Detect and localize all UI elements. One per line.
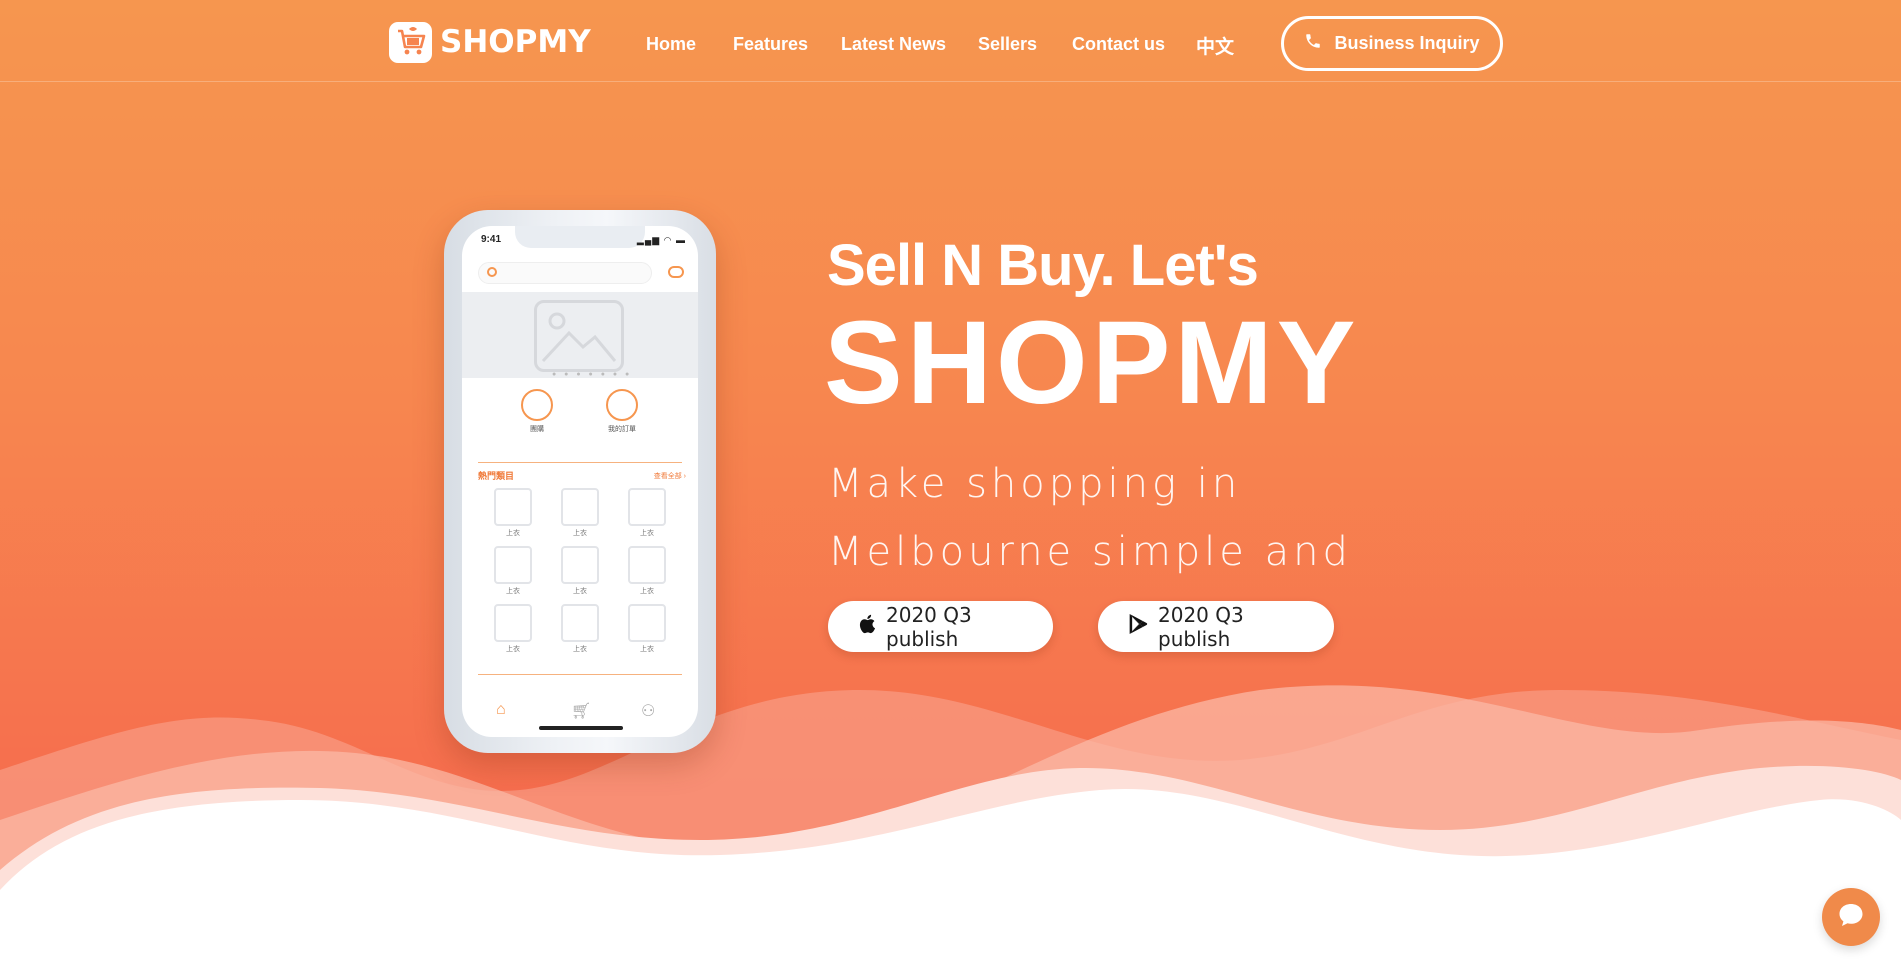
category-item: 上衣 bbox=[493, 604, 533, 654]
phone-status-time: 9:41 bbox=[481, 234, 502, 245]
quick-action-label: 我的訂單 bbox=[608, 426, 636, 433]
quick-action-label: 團購 bbox=[530, 426, 544, 433]
divider bbox=[478, 674, 682, 675]
cart-icon: 🛒︎ bbox=[571, 703, 592, 720]
nav-contact-us[interactable]: Contact us bbox=[1072, 34, 1165, 55]
image-placeholder-icon bbox=[494, 546, 532, 584]
category-item-label: 上衣 bbox=[506, 588, 520, 595]
shopping-cart-logo-icon bbox=[389, 21, 432, 63]
category-item-label: 上衣 bbox=[640, 530, 654, 537]
apple-icon bbox=[858, 614, 876, 639]
image-placeholder-icon bbox=[561, 546, 599, 584]
app-store-label: 2020 Q3 publish bbox=[886, 602, 972, 651]
brand[interactable]: SHOPMY bbox=[389, 21, 591, 63]
home-icon: ⌂ bbox=[496, 701, 506, 718]
category-item-label: 上衣 bbox=[640, 646, 654, 653]
decorative-waves bbox=[0, 685, 1901, 967]
google-play-button[interactable]: 2020 Q3 publish bbox=[1098, 601, 1334, 652]
search-icon bbox=[487, 267, 497, 277]
category-item: 上衣 bbox=[560, 546, 600, 596]
category-item: 上衣 bbox=[560, 604, 600, 654]
category-item-label: 上衣 bbox=[506, 646, 520, 653]
message-icon bbox=[668, 266, 684, 278]
shopping-bag-icon bbox=[521, 389, 553, 421]
category-item: 上衣 bbox=[627, 546, 667, 596]
hero-subtitle: Sell N Buy. Let's bbox=[827, 233, 1259, 298]
image-placeholder-icon bbox=[561, 488, 599, 526]
app-store-button[interactable]: 2020 Q3 publish bbox=[828, 601, 1053, 652]
category-item-label: 上衣 bbox=[506, 530, 520, 537]
phone-icon bbox=[1304, 32, 1322, 55]
signal-wifi-battery-icon: ▂▄▆ ◠ ▬ bbox=[636, 235, 686, 245]
divider bbox=[478, 462, 682, 463]
quick-action-group-buy: 團購 bbox=[520, 389, 554, 434]
category-item-label: 上衣 bbox=[573, 646, 587, 653]
home-indicator bbox=[539, 726, 623, 730]
carousel-dots: ● ● ● ● ● ● ● bbox=[552, 371, 633, 378]
nav-home[interactable]: Home bbox=[646, 34, 696, 55]
phone-screen: 9:41 ▂▄▆ ◠ ▬ ● ● ● ● ● ● ● 團購 我的訂單 熱門類目 … bbox=[462, 226, 698, 737]
category-item-label: 上衣 bbox=[573, 530, 587, 537]
image-placeholder-icon bbox=[494, 604, 532, 642]
orders-list-icon bbox=[606, 389, 638, 421]
phone-mockup: 9:41 ▂▄▆ ◠ ▬ ● ● ● ● ● ● ● 團購 我的訂單 熱門類目 … bbox=[444, 210, 716, 753]
navbar: SHOPMY Home Features Latest News Sellers… bbox=[0, 0, 1901, 82]
nav-features[interactable]: Features bbox=[733, 34, 808, 55]
google-play-label: 2020 Q3 publish bbox=[1158, 602, 1244, 651]
phone-search-bar bbox=[478, 262, 652, 284]
hero-title: SHOPMY bbox=[824, 297, 1360, 429]
see-all-link: 查看全部 › bbox=[653, 473, 686, 480]
category-item-label: 上衣 bbox=[573, 588, 587, 595]
image-placeholder-icon bbox=[561, 604, 599, 642]
image-placeholder-icon bbox=[628, 488, 666, 526]
category-item: 上衣 bbox=[493, 546, 533, 596]
business-inquiry-button[interactable]: Business Inquiry bbox=[1281, 16, 1503, 71]
image-placeholder-icon bbox=[628, 604, 666, 642]
chat-widget-button[interactable] bbox=[1822, 888, 1880, 946]
image-placeholder-icon bbox=[628, 546, 666, 584]
nav-latest-news[interactable]: Latest News bbox=[841, 34, 946, 55]
nav-sellers[interactable]: Sellers bbox=[978, 34, 1037, 55]
nav-language-chinese[interactable]: 中文 bbox=[1196, 32, 1234, 59]
business-inquiry-label: Business Inquiry bbox=[1334, 33, 1480, 53]
hot-categories-title: 熱門類目 bbox=[478, 471, 515, 481]
quick-action-my-orders: 我的訂單 bbox=[605, 389, 639, 434]
category-item-label: 上衣 bbox=[640, 588, 654, 595]
category-item: 上衣 bbox=[627, 488, 667, 538]
category-item: 上衣 bbox=[560, 488, 600, 538]
image-placeholder-icon bbox=[494, 488, 532, 526]
category-item: 上衣 bbox=[627, 604, 667, 654]
phone-banner bbox=[462, 292, 698, 378]
phone-notch bbox=[515, 226, 645, 248]
brand-name: SHOPMY bbox=[440, 24, 591, 60]
category-item: 上衣 bbox=[493, 488, 533, 538]
user-icon: ⚇ bbox=[641, 703, 656, 720]
google-play-icon bbox=[1128, 613, 1148, 640]
image-placeholder-icon bbox=[534, 300, 624, 372]
chat-bubble-icon bbox=[1836, 900, 1866, 935]
